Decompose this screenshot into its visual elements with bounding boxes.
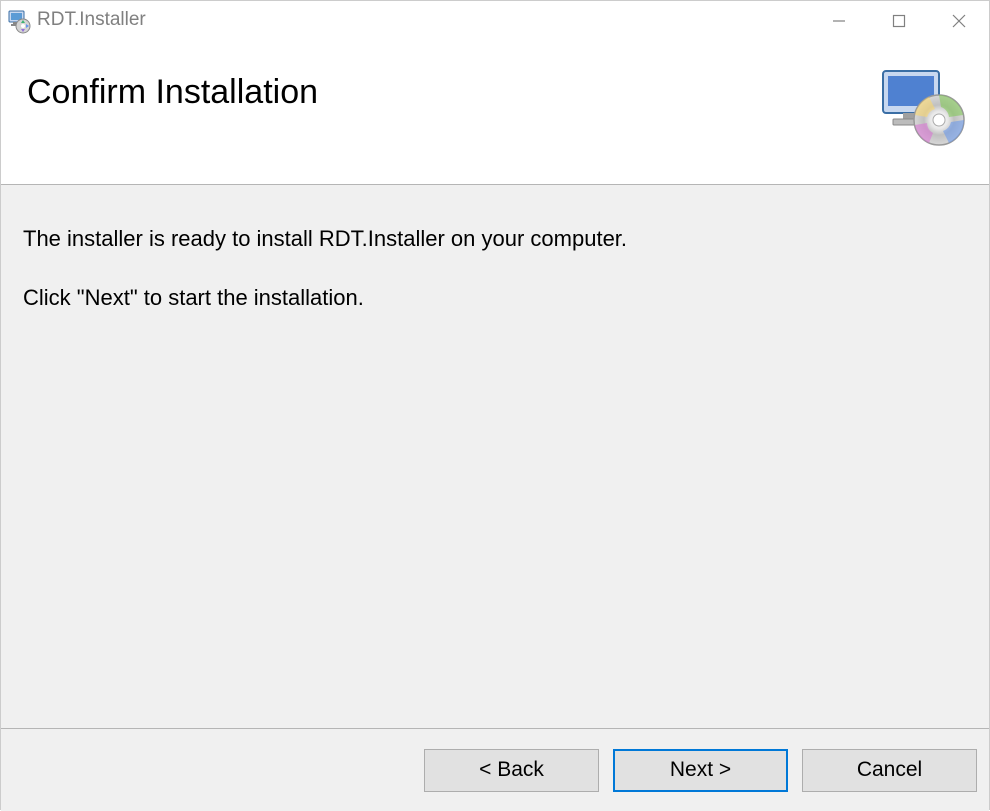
computer-disc-icon (877, 67, 967, 152)
close-button[interactable] (929, 1, 989, 41)
maximize-button[interactable] (869, 1, 929, 41)
content-line-2: Click "Next" to start the installation. (23, 284, 967, 313)
next-button[interactable]: Next > (613, 749, 788, 792)
window-controls (809, 1, 989, 41)
wizard-footer: < Back Next > Cancel (1, 728, 989, 811)
titlebar: RDT.Installer (1, 1, 989, 41)
minimize-button[interactable] (809, 1, 869, 41)
installer-titlebar-icon (7, 10, 31, 34)
cancel-button[interactable]: Cancel (802, 749, 977, 792)
back-button[interactable]: < Back (424, 749, 599, 792)
wizard-header: Confirm Installation (1, 41, 989, 184)
wizard-content: The installer is ready to install RDT.In… (1, 185, 989, 728)
content-line-1: The installer is ready to install RDT.In… (23, 225, 967, 254)
nav-button-group: < Back Next > (424, 749, 788, 792)
page-title: Confirm Installation (27, 73, 318, 112)
window-title: RDT.Installer (37, 9, 809, 31)
